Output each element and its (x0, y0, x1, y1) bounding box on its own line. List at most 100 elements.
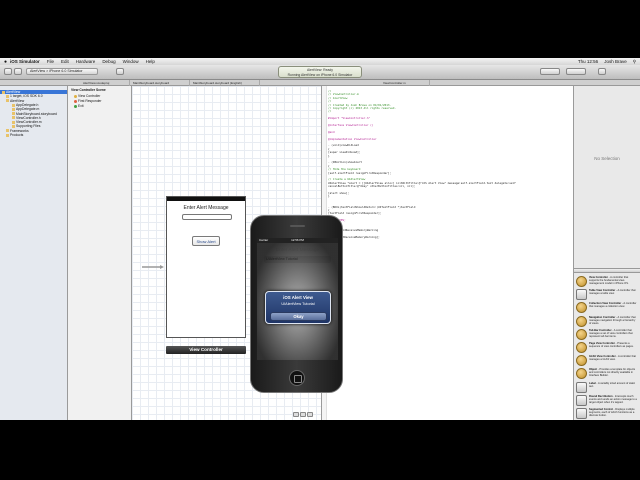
outline-exit-label: Exit (78, 104, 84, 108)
outline-scene[interactable]: View Controller Scene (71, 88, 106, 92)
outline-view-controller[interactable]: View Controller (74, 94, 100, 98)
code-line[interactable]: #import "ViewController.h" (328, 116, 370, 120)
zoom-out-button[interactable] (293, 412, 299, 417)
code-line[interactable]: @end (328, 130, 334, 134)
library-item-desc: - A variably sized amount of static text… (589, 381, 636, 388)
library-item-text: GLKit View Controller - A controller tha… (589, 355, 638, 367)
okay-button[interactable]: Okay (270, 312, 327, 321)
file-icon (6, 99, 9, 103)
menu-edit[interactable]: Edit (61, 59, 69, 64)
menu-hardware[interactable]: Hardware (76, 59, 96, 64)
library-item[interactable]: Label - A variably sized amount of stati… (576, 381, 638, 395)
zoom-in-button[interactable] (307, 412, 313, 417)
library-item[interactable]: View Controller - A controller that supp… (576, 275, 638, 289)
screen: ● iOS Simulator File Edit Hardware Debug… (0, 58, 640, 420)
library-item-icon (576, 328, 587, 340)
library-item-icon (576, 342, 587, 353)
file-icon (12, 116, 15, 120)
code-line[interactable]: [alert show]; (328, 191, 349, 195)
code-line[interactable]: // (328, 110, 331, 113)
editor-mode-control[interactable] (540, 68, 560, 75)
outline-view-controller-label: View Controller (78, 94, 101, 98)
show-alert-button[interactable]: Show Alert (192, 236, 220, 246)
user-name[interactable]: Josh Brave (604, 59, 627, 65)
library-item-text: Navigation Controller - A controller tha… (589, 316, 638, 328)
code-line[interactable]: // Copyright (c) 2013 All rights reserve… (328, 106, 396, 110)
stop-button[interactable] (14, 68, 22, 75)
file-icon (6, 94, 9, 98)
outline-first-responder[interactable]: First Responder (74, 99, 101, 103)
file-icon (12, 112, 15, 116)
code-line[interactable]: } (328, 195, 330, 198)
code-line[interactable]: cancelButtonTitle:@"Okay" otherButtonTit… (328, 184, 415, 188)
library-item-text: Segmented Control - Displays multiple se… (589, 408, 638, 420)
spotlight-icon[interactable]: ⚲ (633, 59, 636, 65)
organizer-button[interactable] (598, 68, 606, 75)
library-item-text: View Controller - A controller that supp… (589, 276, 638, 288)
activity-view: AlertView: Ready Running AlertView on iP… (278, 66, 362, 78)
status-bar (167, 197, 245, 201)
file-icon (2, 90, 5, 94)
menu-window[interactable]: Window (123, 59, 139, 64)
library-item[interactable]: GLKit View Controller - A controller tha… (576, 354, 638, 368)
code-line[interactable]: - (BOOL)textFieldShouldReturn:(UITextFie… (328, 205, 415, 209)
library-item[interactable]: Page View Controller - Presents a sequen… (576, 341, 638, 355)
code-line[interactable]: } (328, 154, 330, 158)
home-button[interactable] (289, 370, 305, 386)
menu-debug[interactable]: Debug (102, 59, 115, 64)
simulator-screen[interactable]: Enter Alert Message UIAlertView Tutorial… (257, 238, 338, 360)
menu-ios-simulator[interactable]: iOS Simulator (10, 59, 40, 64)
object-library-header[interactable] (574, 268, 640, 273)
library-item[interactable]: Segmented Control - Displays multiple se… (576, 407, 638, 420)
library-item[interactable]: Collection View Controller - A controlle… (576, 301, 638, 315)
outline-first-responder-label: First Responder (78, 99, 102, 103)
library-item-text: Table View Controller - A controller tha… (589, 289, 638, 301)
run-button[interactable] (4, 68, 12, 75)
menu-help[interactable]: Help (146, 59, 155, 64)
library-item[interactable]: Object - Provides a template for objects… (576, 367, 638, 381)
navigator-item[interactable]: Products (0, 133, 23, 137)
project-navigator: AlertView 1 target, iOS SDK 6.0 AlertView A… (0, 86, 68, 420)
outline-exit[interactable]: Exit (74, 104, 84, 108)
document-outline: View Controller Scene View Controller Fi… (68, 86, 132, 420)
scene-dock-label[interactable]: View Controller (166, 346, 246, 354)
initial-scene-arrow-icon (142, 265, 164, 269)
file-icon (6, 129, 9, 133)
file-icon (12, 103, 15, 107)
library-item-icon (576, 355, 587, 367)
code-line[interactable]: [self.alertField resignFirstResponder]; (328, 171, 391, 175)
library-item[interactable]: Tab Bar Controller - A controller that m… (576, 328, 638, 342)
breakpoints-button[interactable] (116, 68, 124, 75)
code-line[interactable]: @implementation ViewController (328, 137, 377, 141)
code-line[interactable]: @interface ViewController () (328, 123, 373, 127)
file-icon (12, 120, 15, 124)
code-line[interactable]: [textField resignFirstResponder]; (328, 212, 381, 215)
library-item-icon (576, 289, 587, 301)
zoom-fit-button[interactable] (300, 412, 306, 417)
view-controller-icon (74, 94, 77, 98)
menu-bar: ● iOS Simulator File Edit Hardware Debug… (0, 58, 640, 65)
library-item[interactable]: Table View Controller - A controller tha… (576, 288, 638, 302)
library-item[interactable]: Round Rect Button - Intercepts touch eve… (576, 394, 638, 408)
code-line[interactable]: - (IBAction)showAlert (328, 161, 362, 164)
library-item-icon (576, 302, 587, 314)
code-line[interactable]: [super viewDidLoad]; (328, 150, 360, 154)
library-item-text: Tab Bar Controller - A controller that m… (589, 329, 638, 341)
clock[interactable]: Thu 12:56 (578, 59, 598, 65)
scheme-selector[interactable]: AlertView > iPhone 6.0 Simulator (26, 68, 98, 75)
library-item[interactable]: Navigation Controller - A controller tha… (576, 315, 638, 329)
view-control[interactable] (566, 68, 586, 75)
scene-text-field[interactable] (182, 214, 232, 220)
sim-status-bar: Carrier 12:56 PM (257, 238, 338, 243)
file-icon (6, 133, 9, 137)
scene-title-label[interactable]: Enter Alert Message (167, 205, 245, 211)
view-controller-scene[interactable]: Enter Alert Message Show Alert (166, 196, 246, 338)
library-item-text: Round Rect Button - Intercepts touch eve… (589, 395, 638, 407)
code-editor[interactable]: //// ViewController.m// AlertView//// Cr… (322, 86, 574, 420)
code-line[interactable]: - (void)viewDidLoad (328, 144, 359, 147)
library-item-text: Collection View Controller - A controlle… (589, 302, 638, 314)
file-icon (12, 107, 15, 111)
file-icon (12, 125, 15, 128)
menu-file[interactable]: File (47, 59, 54, 64)
first-responder-icon (74, 99, 77, 103)
